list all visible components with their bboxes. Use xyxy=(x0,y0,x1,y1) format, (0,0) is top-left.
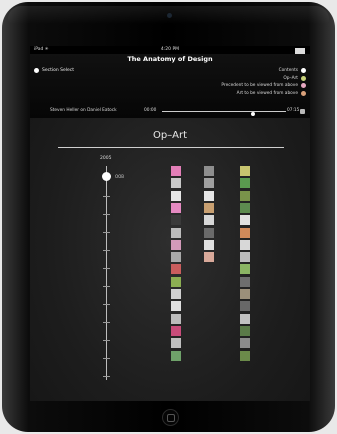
app-title: The Anatomy of Design xyxy=(127,55,213,63)
header-panel: The Anatomy of Design Section Select Con… xyxy=(30,54,310,118)
timeline-tick xyxy=(103,232,110,233)
artwork-thumbnail[interactable] xyxy=(240,301,250,312)
section-select-button[interactable]: Section Select xyxy=(34,68,74,73)
artwork-thumbnail[interactable] xyxy=(204,227,214,238)
legend-dot-icon xyxy=(301,68,306,74)
legend-item[interactable]: Op–Art xyxy=(106,75,306,83)
artwork-thumbnail[interactable] xyxy=(171,325,181,336)
timeline-tick xyxy=(103,304,110,305)
artwork-thumbnail[interactable] xyxy=(171,252,181,263)
slider-track[interactable] xyxy=(162,110,286,116)
home-button[interactable] xyxy=(162,409,179,426)
slider-knob[interactable] xyxy=(250,112,255,116)
circle-icon xyxy=(34,68,39,73)
legend-dot-icon xyxy=(301,90,306,96)
artwork-thumbnail[interactable] xyxy=(240,202,250,213)
artwork-thumbnail[interactable] xyxy=(240,190,250,201)
slider-min-time: 00:00 xyxy=(144,108,157,113)
slider-end-icon[interactable] xyxy=(300,108,305,114)
artwork-thumbnail[interactable] xyxy=(240,166,250,176)
timeline-year: 2005 xyxy=(100,156,112,161)
timeline-tick xyxy=(103,286,110,287)
slider-max-time: 07:15 xyxy=(287,108,300,113)
artwork-thumbnail[interactable] xyxy=(240,239,250,250)
artwork-thumbnail[interactable] xyxy=(171,350,181,361)
artwork-thumbnail[interactable] xyxy=(240,325,250,336)
legend-item[interactable]: Contents xyxy=(106,67,306,75)
legend-dot-icon xyxy=(301,83,306,89)
artwork-thumbnail[interactable] xyxy=(240,313,250,324)
artwork-thumbnail[interactable] xyxy=(171,338,181,349)
status-bar: iPad ✳ 4:20 PM xyxy=(30,46,310,54)
legend-label: Precedent to be viewed from above xyxy=(221,83,298,89)
timeline-knob[interactable] xyxy=(102,172,111,181)
artwork-thumbnail[interactable] xyxy=(240,289,250,299)
timeline-tick xyxy=(103,250,110,251)
camera-icon xyxy=(167,13,172,18)
artwork-thumbnail[interactable] xyxy=(171,178,181,189)
artwork-thumbnail[interactable] xyxy=(204,252,214,263)
timeline-tick xyxy=(103,340,110,341)
artwork-thumbnail[interactable] xyxy=(171,301,181,312)
title-divider xyxy=(58,147,284,148)
timeline-tick xyxy=(103,376,110,377)
artwork-thumbnail[interactable] xyxy=(171,239,181,250)
timeline-line xyxy=(106,166,107,380)
artwork-thumbnail[interactable] xyxy=(204,239,214,250)
ipad-device: iPad ✳ 4:20 PM The Anatomy of Design Sec… xyxy=(2,2,335,432)
timeline-tick xyxy=(103,214,110,215)
artwork-thumbnail[interactable] xyxy=(240,338,250,349)
artwork-thumbnail[interactable] xyxy=(171,166,181,176)
artwork-thumbnail[interactable] xyxy=(204,178,214,189)
clock: 4:20 PM xyxy=(160,47,180,52)
artwork-thumbnail[interactable] xyxy=(171,276,181,287)
legend-dot-icon xyxy=(301,75,306,81)
artwork-thumbnail[interactable] xyxy=(240,178,250,189)
timeline-tick xyxy=(103,268,110,269)
section-select-label: Section Select xyxy=(42,68,75,73)
artwork-thumbnail[interactable] xyxy=(240,252,250,263)
legend: Contents Op–Art Precedent to be viewed f… xyxy=(106,67,306,97)
timeline-tick xyxy=(103,322,110,323)
artwork-thumbnail[interactable] xyxy=(204,202,214,213)
artwork-thumbnail[interactable] xyxy=(171,289,181,299)
legend-label: Art to be viewed from above xyxy=(236,90,298,96)
legend-item[interactable]: Art to be viewed from above xyxy=(106,90,306,98)
artwork-thumbnail[interactable] xyxy=(171,227,181,238)
legend-item[interactable]: Precedent to be viewed from above xyxy=(106,82,306,90)
artwork-thumbnail[interactable] xyxy=(204,190,214,201)
artwork-thumbnail[interactable] xyxy=(240,350,250,361)
artwork-thumbnail[interactable] xyxy=(240,276,250,287)
artwork-thumbnail[interactable] xyxy=(171,215,181,226)
audio-slider: Steven Heller on Daniel Eatock 00:00 07:… xyxy=(50,107,306,116)
section-title: Op–Art xyxy=(152,130,188,141)
slider-label: Steven Heller on Daniel Eatock xyxy=(50,108,117,113)
legend-label: Op–Art xyxy=(283,75,298,81)
timeline-knob-label: OOB xyxy=(115,174,125,179)
artwork-thumbnail[interactable] xyxy=(240,215,250,226)
app-screen: iPad ✳ 4:20 PM The Anatomy of Design Sec… xyxy=(30,46,310,401)
timeline-tick xyxy=(103,196,110,197)
artwork-thumbnail[interactable] xyxy=(204,166,214,176)
artwork-thumbnail[interactable] xyxy=(171,313,181,324)
artwork-thumbnail[interactable] xyxy=(240,227,250,238)
artwork-thumbnail[interactable] xyxy=(171,202,181,213)
artwork-thumbnail[interactable] xyxy=(204,215,214,226)
timeline-tick xyxy=(103,358,110,359)
artwork-thumbnail[interactable] xyxy=(171,190,181,201)
artwork-thumbnail[interactable] xyxy=(240,264,250,275)
legend-label: Contents xyxy=(278,68,298,74)
artwork-thumbnail[interactable] xyxy=(171,264,181,275)
